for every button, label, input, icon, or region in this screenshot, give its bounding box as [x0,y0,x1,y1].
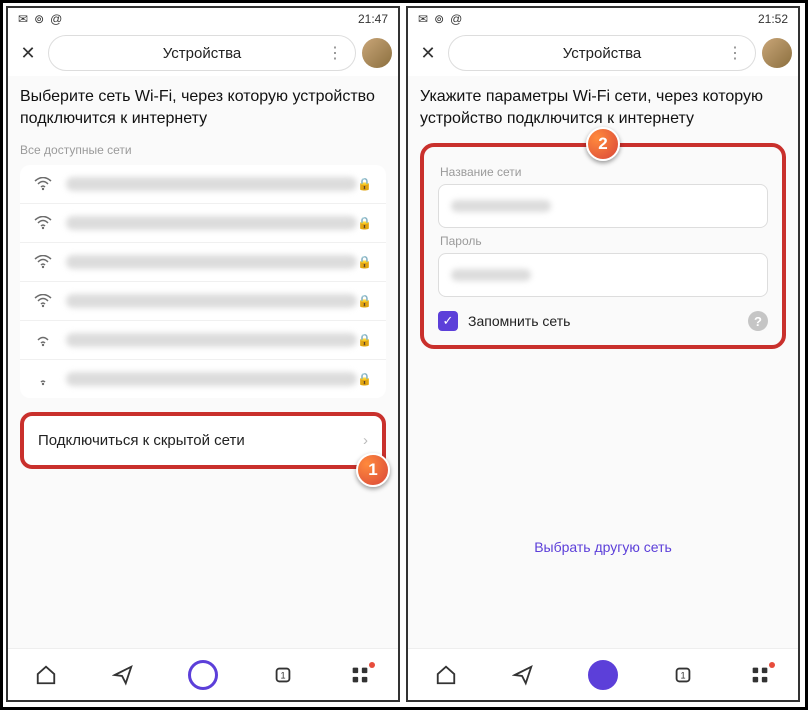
header-title-pill[interactable]: Устройства ⋮ [48,35,356,71]
alice-icon[interactable] [188,660,218,690]
mail-icon: ✉ [18,12,28,26]
remember-label: Запомнить сеть [468,313,738,329]
header-title: Устройства [563,45,641,62]
more-icon[interactable]: ⋮ [727,43,743,63]
app-header: ✕ Устройства ⋮ [408,30,798,76]
callout-badge-2: 2 [586,127,620,161]
whatsapp-icon: ⊚ [34,12,44,26]
password-label: Пароль [440,234,768,248]
menu-icon[interactable] [749,664,771,686]
wifi-ssid-blurred [66,255,357,269]
bottom-nav: 1 [408,648,798,700]
avatar[interactable] [362,38,392,68]
status-icons-left: ✉ ⊚ @ [18,12,62,26]
close-icon[interactable]: ✕ [14,39,42,67]
wifi-icon [34,177,52,191]
at-icon: @ [50,12,62,26]
wifi-credentials-form: 2 Название сети Пароль ✓ Запомнить сеть … [420,143,786,349]
wifi-ssid-blurred [66,372,357,386]
mail-icon: ✉ [418,12,428,26]
ssid-value-blurred [451,200,551,212]
send-icon[interactable] [512,664,534,686]
wifi-icon [34,216,52,230]
status-icons-left: ✉ ⊚ @ [418,12,462,26]
password-input[interactable] [438,253,768,297]
phone-screen-left: ✉ ⊚ @ 21:47 ✕ Устройства ⋮ Выберите сеть… [6,6,400,702]
status-bar: ✉ ⊚ @ 21:47 [8,8,398,30]
wifi-icon [34,372,52,386]
app-header: ✕ Устройства ⋮ [8,30,398,76]
svg-text:1: 1 [281,670,286,680]
help-icon[interactable]: ? [748,311,768,331]
lock-icon: 🔒 [357,294,372,308]
wifi-icon [34,333,52,347]
chevron-right-icon: › [363,432,368,449]
wifi-ssid-blurred [66,216,357,230]
hidden-network-label: Подключиться к скрытой сети [38,432,245,449]
ssid-label: Название сети [440,165,768,179]
wifi-ssid-blurred [66,294,357,308]
close-icon[interactable]: ✕ [414,39,442,67]
avatar[interactable] [762,38,792,68]
section-label: Все доступные сети [20,143,386,157]
menu-icon[interactable] [349,664,371,686]
page-heading: Выберите сеть Wi-Fi, через которую устро… [20,86,386,129]
lock-icon: 🔒 [357,177,372,191]
status-time: 21:52 [758,12,788,26]
wifi-ssid-blurred [66,333,357,347]
lock-icon: 🔒 [357,333,372,347]
lock-icon: 🔒 [357,216,372,230]
lock-icon: 🔒 [357,255,372,269]
page-heading: Укажите параметры Wi-Fi сети, через кото… [420,86,786,129]
home-icon[interactable] [435,664,457,686]
wifi-item[interactable]: 🔒 [20,282,386,321]
wifi-item[interactable]: 🔒 [20,204,386,243]
wifi-item[interactable]: 🔒 [20,165,386,204]
wifi-icon [34,255,52,269]
header-title-pill[interactable]: Устройства ⋮ [448,35,756,71]
alice-icon[interactable] [588,660,618,690]
wifi-item[interactable]: 🔒 [20,360,386,398]
wifi-icon [34,294,52,308]
wifi-list: 🔒 🔒 🔒 🔒 [20,165,386,398]
at-icon: @ [450,12,462,26]
bottom-nav: 1 [8,648,398,700]
wifi-item[interactable]: 🔒 [20,243,386,282]
remember-checkbox[interactable]: ✓ [438,311,458,331]
tutorial-image: ✉ ⊚ @ 21:47 ✕ Устройства ⋮ Выберите сеть… [0,0,808,710]
phone-screen-right: ✉ ⊚ @ 21:52 ✕ Устройства ⋮ Укажите парам… [406,6,800,702]
send-icon[interactable] [112,664,134,686]
content-area: Укажите параметры Wi-Fi сети, через кото… [408,76,798,648]
wifi-item[interactable]: 🔒 [20,321,386,360]
lock-icon: 🔒 [357,372,372,386]
choose-other-network-link[interactable]: Выбрать другую сеть [420,539,786,555]
header-title: Устройства [163,45,241,62]
wifi-ssid-blurred [66,177,357,191]
tabs-icon[interactable]: 1 [672,664,694,686]
remember-row: ✓ Запомнить сеть ? [438,311,768,331]
ssid-input[interactable] [438,184,768,228]
status-time: 21:47 [358,12,388,26]
whatsapp-icon: ⊚ [434,12,444,26]
status-bar: ✉ ⊚ @ 21:52 [408,8,798,30]
content-area: Выберите сеть Wi-Fi, через которую устро… [8,76,398,648]
more-icon[interactable]: ⋮ [327,43,343,63]
password-value-blurred [451,269,531,281]
home-icon[interactable] [35,664,57,686]
connect-hidden-network-button[interactable]: Подключиться к скрытой сети › 1 [20,412,386,469]
tabs-icon[interactable]: 1 [272,664,294,686]
svg-text:1: 1 [681,670,686,680]
callout-badge-1: 1 [356,453,390,487]
